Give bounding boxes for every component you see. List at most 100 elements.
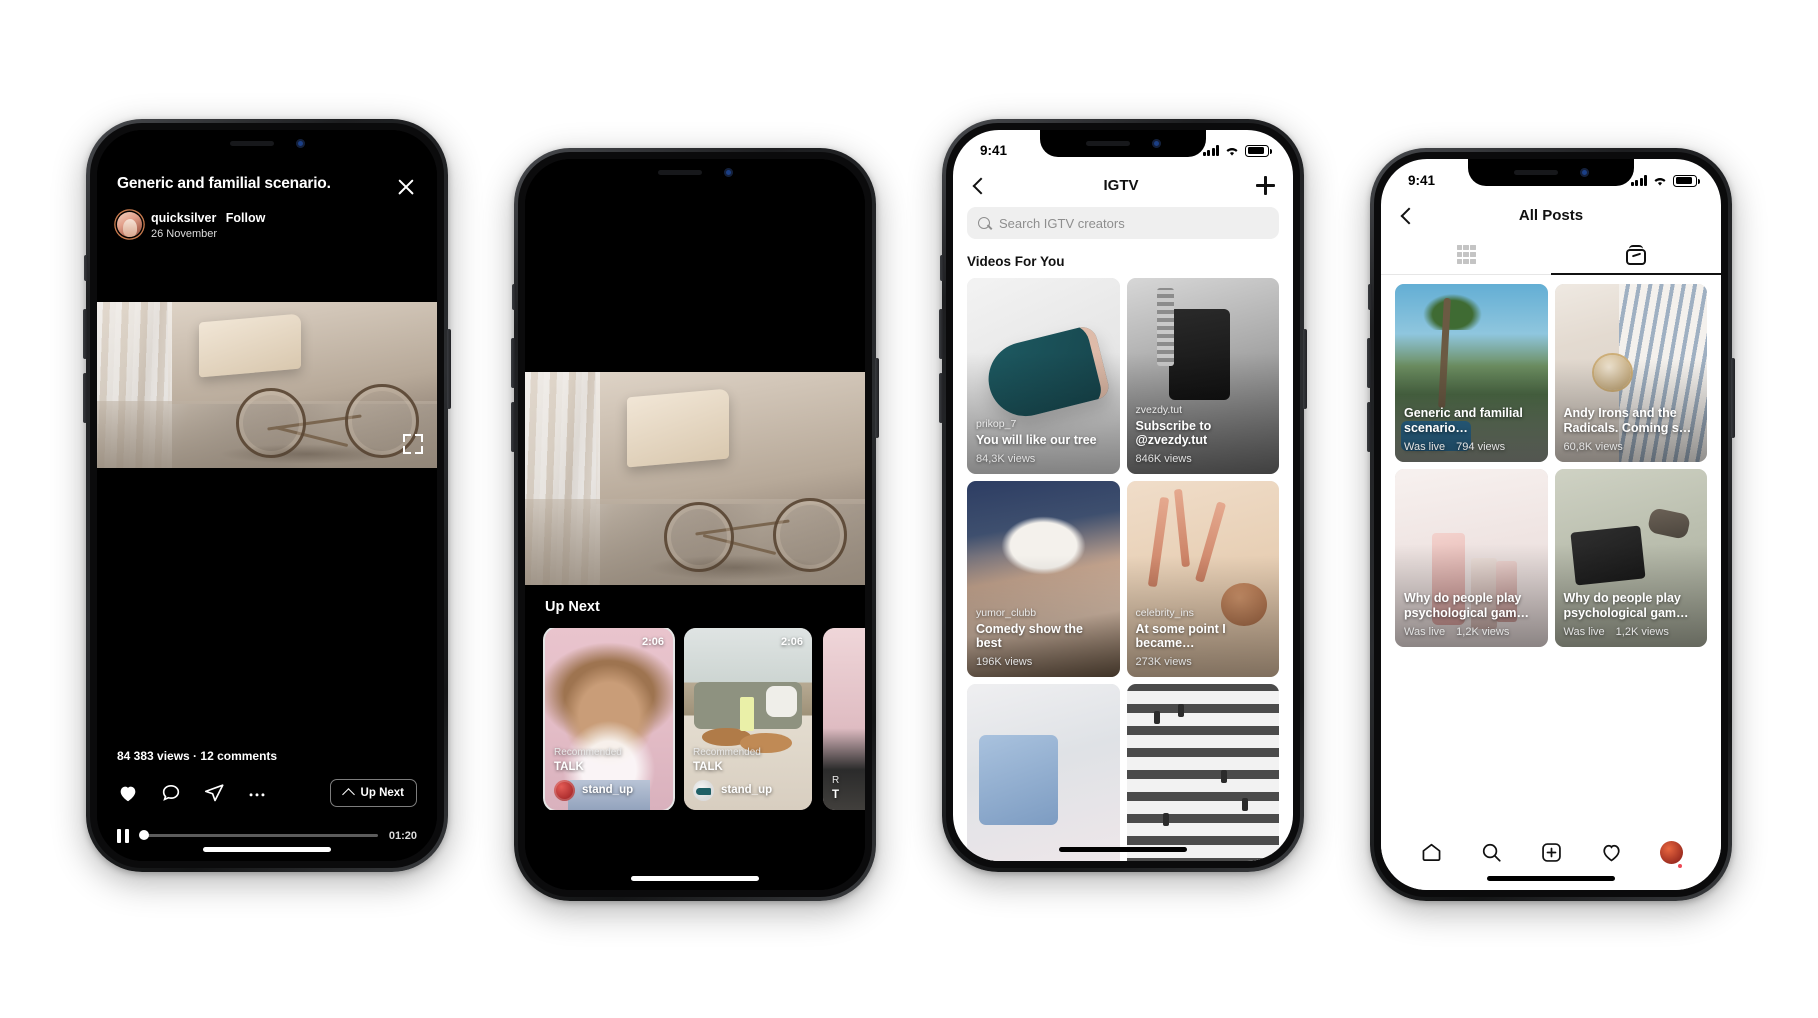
search-input[interactable]: Search IGTV creators	[967, 207, 1279, 240]
card-author[interactable]: stand_up	[554, 779, 665, 801]
volume-up-button[interactable]	[939, 308, 943, 359]
card-username: celebrity_ins	[1135, 606, 1194, 619]
plus-icon[interactable]	[1255, 176, 1275, 196]
share-icon[interactable]	[203, 782, 225, 804]
phone-2-screen: Up Next 2:06 Recommended TALK stand_up 2…	[525, 158, 865, 890]
progress-track[interactable]	[139, 830, 378, 841]
up-next-card[interactable]: 2:06 Recommended TALK stand_up	[684, 627, 812, 810]
card-duration: 2:06	[641, 635, 664, 648]
front-camera	[1579, 167, 1589, 177]
up-next-panel: Up Next 2:06 Recommended TALK stand_up 2…	[525, 584, 865, 810]
post-type-tabs	[1381, 236, 1721, 275]
notch	[612, 158, 778, 186]
search-placeholder: Search IGTV creators	[999, 215, 1125, 231]
card-views: 60,8K views	[1563, 440, 1623, 453]
video-area[interactable]	[525, 371, 865, 585]
chevron-left-icon[interactable]	[971, 178, 986, 193]
tab-grid[interactable]	[1381, 236, 1551, 274]
home-indicator[interactable]	[631, 875, 759, 881]
silent-switch[interactable]	[512, 283, 516, 310]
heart-icon[interactable]	[117, 782, 139, 804]
battery-icon	[1673, 174, 1700, 187]
author-avatar	[693, 779, 714, 801]
silent-switch[interactable]	[1368, 283, 1372, 310]
chevron-up-icon	[343, 787, 354, 798]
home-indicator[interactable]	[1059, 846, 1187, 852]
silent-switch[interactable]	[940, 254, 944, 281]
phone-1-screen: Generic and familial scenario. quicksilv…	[97, 129, 437, 861]
volume-up-button[interactable]	[511, 337, 515, 388]
search-icon[interactable]	[1480, 841, 1503, 864]
front-camera	[723, 167, 733, 177]
volume-down-button[interactable]	[83, 372, 87, 423]
card-views: 1,2K views	[1615, 625, 1669, 638]
progress-knob[interactable]	[139, 830, 149, 841]
notification-dot	[1677, 863, 1682, 868]
close-icon[interactable]	[395, 176, 417, 198]
earpiece-speaker	[229, 140, 274, 146]
power-button[interactable]	[875, 357, 879, 438]
video-still-bicycle	[525, 371, 865, 585]
tab-igtv[interactable]	[1551, 236, 1721, 275]
volume-up-button[interactable]	[1367, 337, 1371, 388]
more-options-icon[interactable]	[246, 782, 268, 804]
author-username[interactable]: quicksilver	[151, 211, 216, 225]
video-area[interactable]	[97, 301, 437, 468]
earpiece-speaker	[657, 169, 702, 175]
phone-4-screen: 9:41 All Posts Generic and familial scen…	[1381, 158, 1721, 890]
power-button[interactable]	[1731, 357, 1735, 438]
video-frame[interactable]	[97, 301, 437, 468]
post-card[interactable]: Andy Irons and the Radicals. Coming s… 6…	[1554, 283, 1707, 462]
up-next-card[interactable]: R T	[823, 627, 865, 810]
volume-up-button[interactable]	[83, 308, 87, 359]
post-card[interactable]: Why do people play psychological gam… Wa…	[1395, 468, 1548, 647]
video-card[interactable]: yumor_clubb Comedy show the best 196K vi…	[967, 481, 1120, 678]
phone-2-up-next: Up Next 2:06 Recommended TALK stand_up 2…	[511, 147, 879, 901]
post-card[interactable]: Generic and familial scenario… Was live …	[1395, 283, 1548, 462]
page-title: All Posts	[1518, 206, 1584, 224]
up-next-card[interactable]: 2:06 Recommended TALK stand_up	[545, 627, 673, 810]
home-indicator[interactable]	[203, 846, 331, 852]
post-card[interactable]: Why do people play psychological gam… Wa…	[1554, 468, 1707, 647]
comment-icon[interactable]	[160, 782, 182, 804]
video-card[interactable]: prikop_7 You will like our tree 84,3K vi…	[967, 278, 1120, 475]
volume-down-button[interactable]	[511, 401, 515, 452]
chevron-left-icon[interactable]	[1399, 208, 1414, 223]
card-author[interactable]: stand_up	[693, 779, 804, 801]
card-views: 196K views	[976, 656, 1033, 669]
card-category: TALK	[554, 760, 584, 773]
posts-grid: Generic and familial scenario… Was live …	[1381, 275, 1721, 647]
video-card[interactable]	[1126, 684, 1279, 861]
profile-avatar[interactable]	[1659, 840, 1683, 868]
power-button[interactable]	[1303, 328, 1307, 409]
volume-down-button[interactable]	[1367, 401, 1371, 452]
video-card[interactable]: zvezdy.tut Subscribe to @zvezdy.tut 846K…	[1126, 278, 1279, 475]
activity-heart-icon[interactable]	[1600, 841, 1623, 864]
up-next-shelf[interactable]: 2:06 Recommended TALK stand_up 2:06 Reco…	[525, 627, 865, 810]
home-icon[interactable]	[1420, 841, 1443, 864]
volume-down-button[interactable]	[939, 372, 943, 423]
card-thumbnail	[1126, 684, 1279, 861]
home-indicator[interactable]	[1487, 875, 1615, 881]
playback-scrubber[interactable]: 01:20	[117, 828, 417, 843]
video-card[interactable]: celebrity_ins At some point I became… 27…	[1126, 481, 1279, 678]
card-duration: 2:06	[780, 635, 803, 648]
silent-switch[interactable]	[84, 254, 88, 281]
author-row[interactable]: quicksilver Follow 26 November	[117, 209, 417, 240]
phone-4-all-posts: 9:41 All Posts Generic and familial scen…	[1367, 147, 1735, 901]
post-date: 26 November	[151, 227, 218, 240]
up-next-button[interactable]: Up Next	[329, 778, 417, 807]
card-views: 794 views	[1456, 440, 1506, 453]
card-views: 84,3K views	[976, 453, 1036, 466]
player-footer: 84 383 views · 12 comments Up Next 01:20	[97, 749, 437, 861]
power-button[interactable]	[447, 328, 451, 409]
pause-button[interactable]	[117, 828, 130, 843]
cellular-signal-icon	[1202, 145, 1219, 157]
video-card[interactable]	[967, 684, 1120, 861]
fullscreen-expand-icon[interactable]	[403, 433, 423, 454]
video-frame[interactable]	[525, 371, 865, 585]
new-post-icon[interactable]	[1540, 841, 1563, 864]
phone-3-screen: 9:41 IGTV Search IGTV creators Videos Fo…	[953, 129, 1293, 861]
front-camera	[295, 138, 305, 148]
follow-button[interactable]: Follow	[226, 211, 266, 225]
